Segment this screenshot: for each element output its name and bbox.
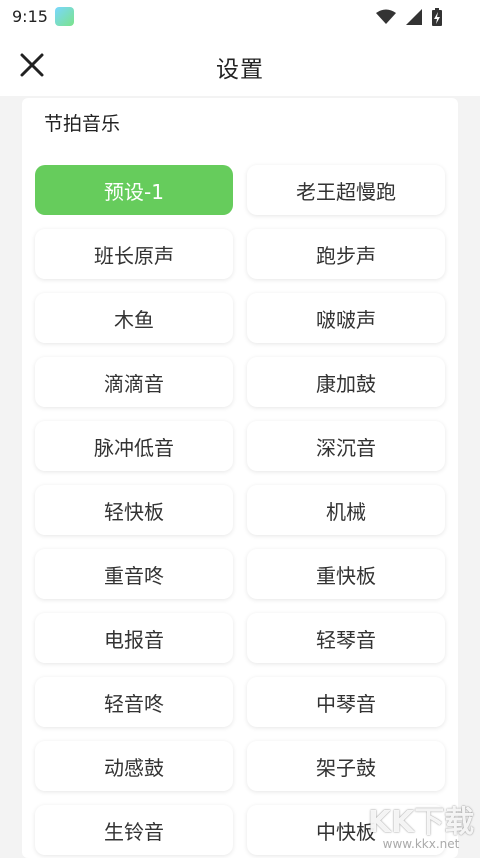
sound-option-button[interactable]: 深沉音 xyxy=(247,421,445,471)
beat-music-panel: 节拍音乐 预设-1 老王超慢跑 班长原声 跑步声 木鱼 啵啵声 滴滴音 康加鼓 脉冲低音 深沉音轻… xyxy=(22,98,458,858)
wifi-icon xyxy=(376,9,396,24)
sound-option-button[interactable]: 轻琴音 xyxy=(247,613,445,663)
signal-icon xyxy=(406,9,422,25)
status-time: 9:15 xyxy=(12,7,48,26)
sound-option-button[interactable]: 轻音咚 xyxy=(35,677,233,727)
sound-option-button[interactable]: 重快板 xyxy=(247,549,445,599)
page-title: 设置 xyxy=(216,57,264,83)
sound-option-button[interactable]: 机械 xyxy=(247,485,445,535)
sound-option-button[interactable]: 木鱼 xyxy=(35,293,233,343)
sound-option-button[interactable]: 脉冲低音 xyxy=(35,421,233,471)
app-notification-icon xyxy=(55,7,74,26)
sound-option-button[interactable]: 电报音 xyxy=(35,613,233,663)
section-title: 节拍音乐 xyxy=(44,113,121,135)
sound-option-button[interactable]: 预设-1 xyxy=(35,165,233,215)
sound-option-button[interactable]: 滴滴音 xyxy=(35,357,233,407)
status-bar: 9:15 xyxy=(0,0,480,34)
header: 设置 xyxy=(0,34,480,96)
sound-option-button[interactable]: 中琴音 xyxy=(247,677,445,727)
sound-option-button[interactable]: 轻快板 xyxy=(35,485,233,535)
watermark: KK下载 www.kkx.net xyxy=(362,795,480,853)
sound-option-button[interactable]: 啵啵声 xyxy=(247,293,445,343)
sound-option-button[interactable]: 重音咚 xyxy=(35,549,233,599)
status-icons xyxy=(376,8,442,26)
battery-icon xyxy=(432,8,442,26)
sound-option-button[interactable]: 动感鼓 xyxy=(35,741,233,791)
watermark-url: www.kkx.net xyxy=(382,837,460,851)
options-grid: 预设-1 老王超慢跑 班长原声 跑步声 木鱼 啵啵声 滴滴音 康加鼓 脉冲低音 深沉音 轻快板 机械重… xyxy=(35,165,447,855)
sound-option-button[interactable]: 架子鼓 xyxy=(247,741,445,791)
sound-option-button[interactable]: 康加鼓 xyxy=(247,357,445,407)
watermark-logo: KK下载 xyxy=(367,805,475,840)
sound-option-button[interactable]: 老王超慢跑 xyxy=(247,165,445,215)
sound-option-button[interactable]: 班长原声 xyxy=(35,229,233,279)
sound-option-button[interactable]: 生铃音 xyxy=(35,805,233,855)
sound-option-button[interactable]: 跑步声 xyxy=(247,229,445,279)
